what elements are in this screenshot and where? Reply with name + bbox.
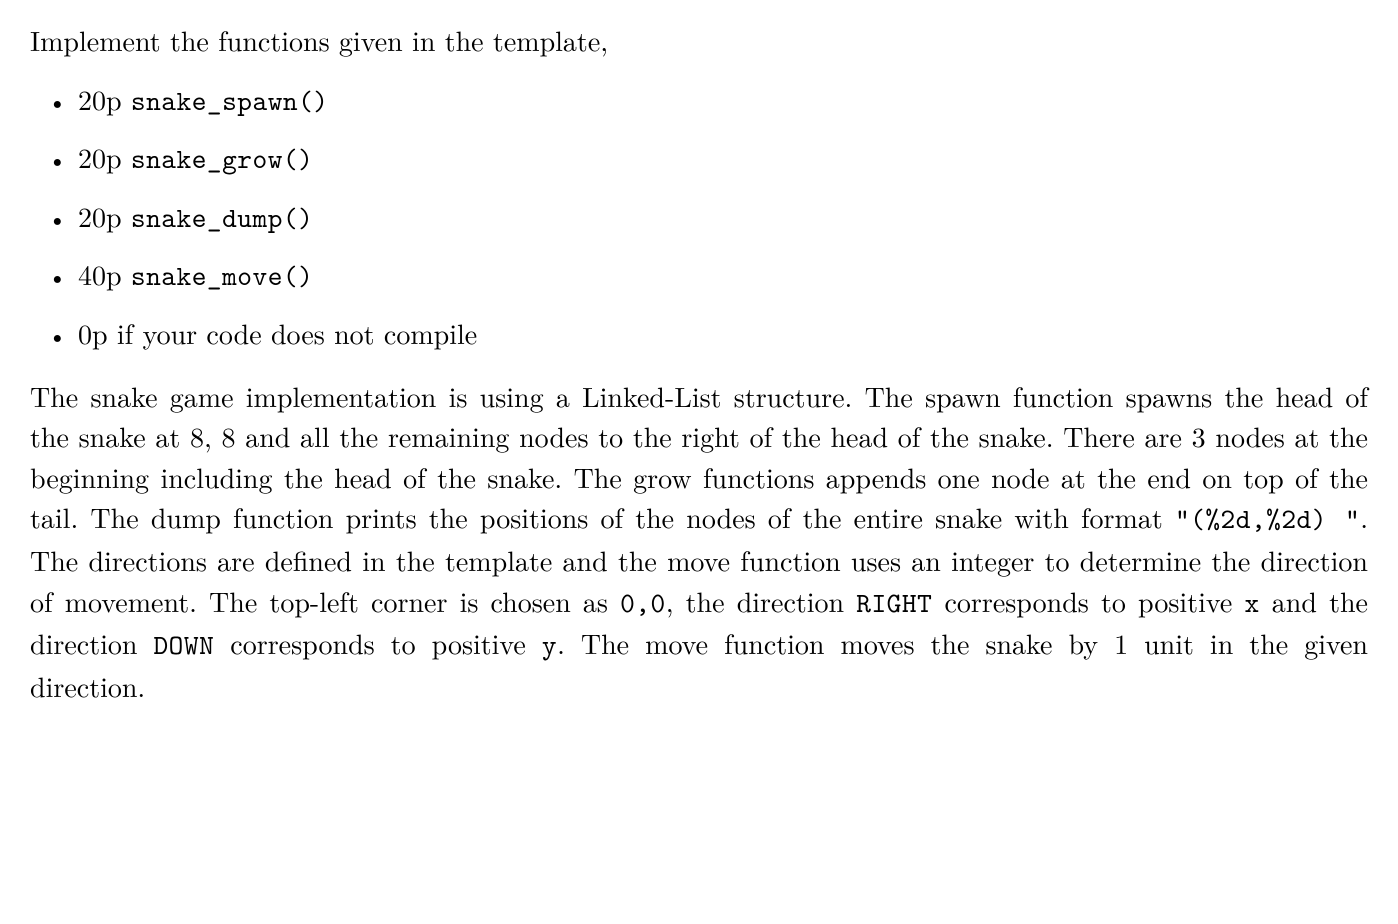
code-label: snake_move() <box>131 257 313 294</box>
list-item: 0p if your code does not compile <box>78 313 1368 354</box>
points-label: 0p if your code does not compile <box>78 313 477 353</box>
body-text-segment: corresponds to positive <box>932 581 1244 621</box>
points-label: 20p <box>78 137 131 177</box>
axis-y: y <box>542 626 557 663</box>
list-item: 40p snake_move() <box>78 254 1368 297</box>
function-list: 20p snake_spawn() 20p snake_grow() 20p s… <box>30 79 1368 354</box>
direction-down: DOWN <box>153 626 214 663</box>
code-label: snake_grow() <box>131 140 313 177</box>
points-label: 40p <box>78 254 131 294</box>
format-string: "(%2d,%2d) " <box>1175 500 1360 537</box>
points-label: 20p <box>78 196 131 236</box>
code-label: snake_spawn() <box>131 82 329 119</box>
axis-x: x <box>1244 584 1259 621</box>
intro-text: Implement the functions given in the tem… <box>30 20 1368 61</box>
list-item: 20p snake_grow() <box>78 137 1368 180</box>
body-text-segment: The snake game implementation is using a… <box>30 376 1368 538</box>
code-label: snake_dump() <box>131 199 313 236</box>
list-item: 20p snake_spawn() <box>78 79 1368 122</box>
direction-right: RIGHT <box>856 584 932 621</box>
points-label: 20p <box>78 79 131 119</box>
body-paragraph: The snake game implementation is using a… <box>30 376 1368 707</box>
body-text-segment: , the direction <box>666 581 857 621</box>
list-item: 20p snake_dump() <box>78 196 1368 239</box>
body-text-segment: corresponds to positive <box>214 623 542 663</box>
origin-coord: 0,0 <box>620 584 666 621</box>
